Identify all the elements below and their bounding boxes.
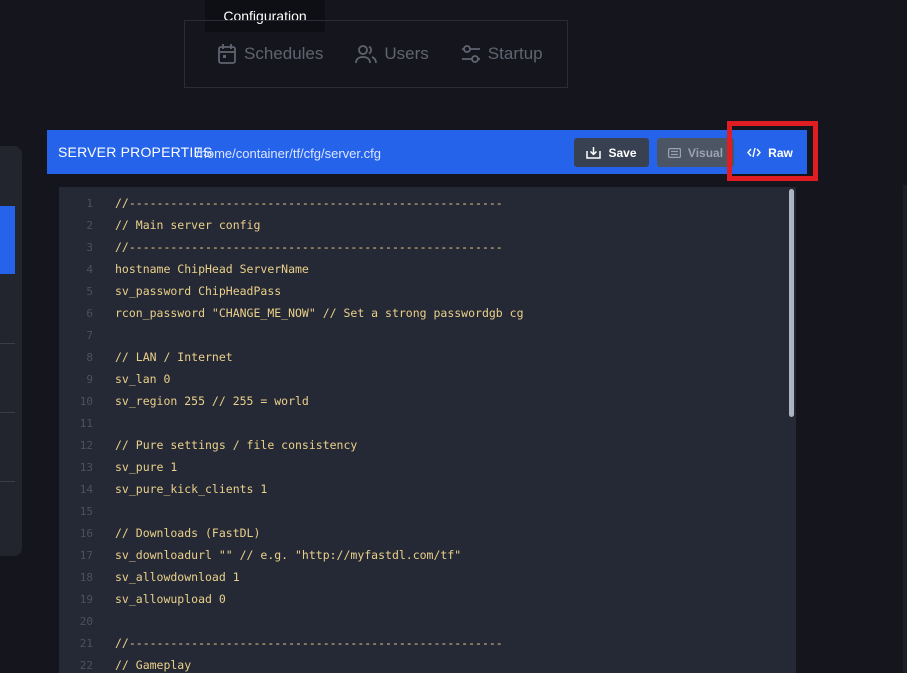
code-line: 20 bbox=[59, 610, 115, 632]
line-text: // Pure settings / file consistency bbox=[115, 438, 358, 452]
line-text: sv_pure_kick_clients 1 bbox=[115, 482, 268, 496]
code-line: 15 bbox=[59, 500, 115, 522]
code-line: 17 sv_downloadurl "" // e.g. "http://myfa… bbox=[59, 544, 461, 566]
line-text: sv_password ChipHeadPass bbox=[115, 284, 282, 298]
code-line: 3 //-------------------------------------… bbox=[59, 236, 503, 258]
line-number: 16 bbox=[79, 526, 93, 540]
code-line: 18 sv_allowdownload 1 bbox=[59, 566, 240, 588]
code-line: 7 bbox=[59, 324, 115, 346]
code-line: 21 //------------------------------------… bbox=[59, 632, 503, 654]
code-line: 12 // Pure settings / file consistency bbox=[59, 434, 358, 456]
panel-title: SERVER PROPERTIES bbox=[58, 144, 213, 160]
file-path: /home/container/tf/cfg/server.cfg bbox=[196, 146, 381, 161]
line-text: // LAN / Internet bbox=[115, 350, 233, 364]
line-text: // Main server config bbox=[115, 218, 261, 232]
sidebar-divider bbox=[0, 343, 15, 344]
calendar-icon bbox=[218, 44, 236, 64]
line-number: 6 bbox=[86, 306, 93, 320]
line-number: 3 bbox=[86, 240, 93, 254]
code-line: 4 hostname ChipHead ServerName bbox=[59, 258, 309, 280]
line-number: 14 bbox=[79, 482, 93, 496]
line-number: 8 bbox=[86, 350, 93, 364]
line-number: 12 bbox=[79, 438, 93, 452]
save-label: Save bbox=[608, 145, 637, 160]
code-line: 14 sv_pure_kick_clients 1 bbox=[59, 478, 268, 500]
line-number: 1 bbox=[86, 196, 93, 210]
keyboard-icon bbox=[667, 147, 681, 158]
code-line: 8 // LAN / Internet bbox=[59, 346, 233, 368]
code-line: 11 bbox=[59, 412, 115, 434]
tab-startup-label: Startup bbox=[487, 44, 543, 63]
users-icon bbox=[355, 45, 378, 64]
line-text: sv_downloadurl "" // e.g. "http://myfast… bbox=[115, 548, 462, 562]
sidebar-active-indicator bbox=[0, 206, 15, 274]
line-number: 9 bbox=[86, 372, 93, 386]
tab-schedules[interactable]: Schedules bbox=[217, 43, 323, 65]
editor-scrollbar[interactable] bbox=[789, 189, 794, 417]
line-text: //--------------------------------------… bbox=[115, 196, 503, 210]
server-tab-bar: Schedules Users Startup bbox=[184, 20, 568, 88]
line-text: sv_allowupload 0 bbox=[115, 592, 226, 606]
save-button[interactable]: Save bbox=[574, 138, 649, 167]
line-text: // Gameplay bbox=[115, 658, 192, 672]
line-text: rcon_password "CHANGE_ME_NOW" // Set a s… bbox=[115, 306, 524, 320]
code-line: 5 sv_password ChipHeadPass bbox=[59, 280, 281, 302]
server-properties-header: SERVER PROPERTIES /home/container/tf/cfg… bbox=[47, 130, 807, 174]
code-line: 13 sv_pure 1 bbox=[59, 456, 178, 478]
line-text: hostname ChipHead ServerName bbox=[115, 262, 309, 276]
code-line: 9 sv_lan 0 bbox=[59, 368, 170, 390]
line-text: sv_pure 1 bbox=[115, 460, 178, 474]
line-text: sv_region 255 // 255 = world bbox=[115, 394, 309, 408]
tab-schedules-label: Schedules bbox=[244, 44, 324, 63]
visual-button[interactable]: Visual bbox=[657, 138, 734, 167]
code-line: 6 rcon_password "CHANGE_ME_NOW" // Set a … bbox=[59, 302, 524, 324]
code-line: 16 // Downloads (FastDL) bbox=[59, 522, 261, 544]
right-panel-edge bbox=[903, 185, 907, 673]
line-number: 22 bbox=[79, 658, 93, 672]
line-number: 2 bbox=[86, 218, 93, 232]
code-line: 1 //-------------------------------------… bbox=[59, 192, 503, 214]
sidebar-divider bbox=[0, 412, 15, 413]
line-number: 7 bbox=[86, 328, 93, 342]
line-number: 5 bbox=[86, 284, 93, 298]
line-number: 4 bbox=[86, 262, 93, 276]
line-text: sv_allowdownload 1 bbox=[115, 570, 240, 584]
line-number: 18 bbox=[79, 570, 93, 584]
code-line: 22 // Gameplay bbox=[59, 654, 191, 673]
save-icon bbox=[586, 147, 602, 159]
line-number: 20 bbox=[79, 614, 93, 628]
line-text: //--------------------------------------… bbox=[115, 240, 503, 254]
line-number: 19 bbox=[79, 592, 93, 606]
tab-users-label: Users bbox=[384, 44, 429, 63]
code-line: 2 // Main server config bbox=[59, 214, 260, 236]
visual-label: Visual bbox=[687, 145, 724, 160]
line-number: 10 bbox=[79, 394, 93, 408]
code-line: 10 sv_region 255 // 255 = world bbox=[59, 390, 309, 412]
line-text: // Downloads (FastDL) bbox=[115, 526, 261, 540]
raw-button-highlight bbox=[727, 121, 818, 181]
line-number: 11 bbox=[79, 416, 93, 430]
line-number: 17 bbox=[79, 548, 93, 562]
tab-users[interactable]: Users bbox=[355, 43, 429, 65]
sliders-icon bbox=[461, 45, 480, 63]
sidebar-divider bbox=[0, 481, 15, 482]
line-number: 21 bbox=[79, 636, 93, 650]
code-line: 19 sv_allowupload 0 bbox=[59, 588, 226, 610]
line-number: 13 bbox=[79, 460, 93, 474]
line-text: sv_lan 0 bbox=[115, 372, 171, 386]
tab-startup[interactable]: Startup bbox=[461, 43, 543, 65]
line-number: 15 bbox=[79, 504, 93, 518]
code-editor[interactable]: 1 //-------------------------------------… bbox=[59, 187, 796, 673]
line-text: //--------------------------------------… bbox=[115, 636, 503, 650]
